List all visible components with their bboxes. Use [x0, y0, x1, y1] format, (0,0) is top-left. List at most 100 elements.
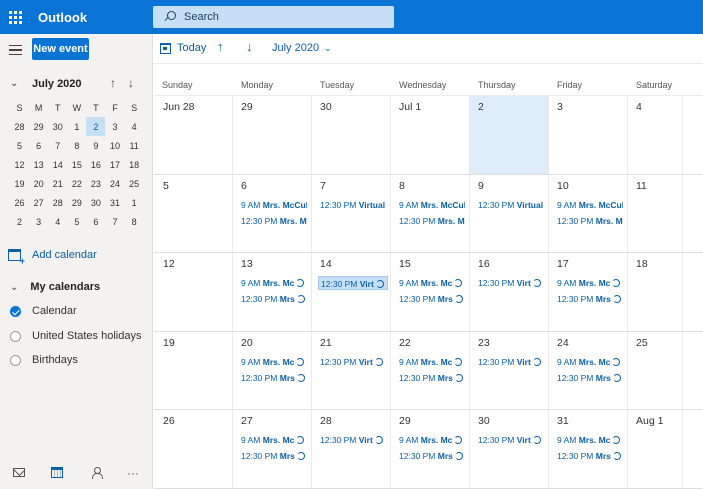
- calendar-event[interactable]: 12:30 PM Virt: [476, 355, 544, 369]
- calendar-event[interactable]: 12:30 PM Mrs. Mc: [239, 214, 307, 228]
- calendar-event[interactable]: 12:30 PM Mrs: [239, 371, 307, 385]
- day-number[interactable]: Jun 28: [163, 101, 232, 117]
- mini-day[interactable]: 14: [48, 155, 67, 174]
- mini-day[interactable]: 2: [10, 212, 29, 231]
- calendar-event[interactable]: 9 AM Mrs. Mc: [555, 355, 623, 369]
- app-launcher-button[interactable]: [0, 0, 30, 34]
- mini-day[interactable]: 29: [67, 193, 86, 212]
- day-cell[interactable]: 3: [549, 96, 628, 174]
- calendar-event[interactable]: 9 AM Mrs. Mc: [397, 276, 465, 290]
- day-number[interactable]: 23: [478, 337, 548, 353]
- day-cell[interactable]: 31 9 AM Mrs. Mc 12:30 PM Mrs: [549, 410, 628, 488]
- day-number[interactable]: 4: [636, 101, 682, 117]
- unchecked-circle-icon[interactable]: [10, 330, 21, 342]
- calendar-event[interactable]: 12:30 PM Virtual: [476, 198, 544, 212]
- day-number[interactable]: 12: [163, 258, 232, 274]
- next-month-button[interactable]: ↓: [246, 39, 253, 54]
- day-cell[interactable]: 5: [154, 174, 233, 252]
- mini-day[interactable]: 1: [67, 117, 86, 136]
- mini-day[interactable]: 7: [48, 136, 67, 155]
- mini-day[interactable]: 6: [29, 136, 48, 155]
- day-cell[interactable]: 27 9 AM Mrs. Mc 12:30 PM Mrs: [233, 410, 312, 488]
- day-cell[interactable]: 17 9 AM Mrs. Mc 12:30 PM Mrs: [549, 253, 628, 331]
- day-number[interactable]: 6: [241, 180, 311, 196]
- mini-day[interactable]: 6: [86, 212, 105, 231]
- mini-day[interactable]: 11: [125, 136, 144, 155]
- day-cell[interactable]: Jun 28: [154, 96, 233, 174]
- mini-day[interactable]: 22: [67, 174, 86, 193]
- mini-day[interactable]: 4: [125, 117, 144, 136]
- day-number[interactable]: 26: [163, 415, 232, 431]
- day-cell[interactable]: 29 9 AM Mrs. Mc 12:30 PM Mrs: [391, 410, 470, 488]
- mini-day[interactable]: 18: [125, 155, 144, 174]
- day-number[interactable]: 22: [399, 337, 469, 353]
- day-number[interactable]: 27: [241, 415, 311, 431]
- mini-day[interactable]: 4: [48, 212, 67, 231]
- day-cell[interactable]: 29: [233, 96, 312, 174]
- people-button[interactable]: [76, 456, 114, 489]
- mini-day[interactable]: 30: [86, 193, 105, 212]
- day-cell[interactable]: 30 12:30 PM Virt: [470, 410, 549, 488]
- calendar-event[interactable]: 12:30 PM Mrs: [397, 449, 465, 463]
- mini-day[interactable]: 27: [29, 193, 48, 212]
- calendar-event[interactable]: 12:30 PM Mrs: [555, 292, 623, 306]
- day-cell[interactable]: 16 12:30 PM Virt: [470, 253, 549, 331]
- mini-day[interactable]: 3: [105, 117, 124, 136]
- mini-day[interactable]: 17: [105, 155, 124, 174]
- mini-day[interactable]: 15: [67, 155, 86, 174]
- day-cell[interactable]: 8 9 AM Mrs. McCul 12:30 PM Mrs. Mc: [391, 174, 470, 252]
- mini-day[interactable]: 2: [86, 117, 106, 136]
- day-number[interactable]: Jul 1: [399, 101, 469, 117]
- search-box[interactable]: Search: [153, 6, 394, 28]
- mini-day[interactable]: 20: [29, 174, 48, 193]
- mini-calendar-title[interactable]: July 2020: [32, 78, 82, 90]
- day-number[interactable]: 21: [320, 337, 390, 353]
- day-number[interactable]: 14: [320, 258, 390, 274]
- mini-day[interactable]: 23: [86, 174, 105, 193]
- day-number[interactable]: 29: [241, 101, 311, 117]
- mini-day[interactable]: 5: [10, 136, 29, 155]
- day-number[interactable]: 16: [478, 258, 548, 274]
- mini-day[interactable]: 31: [105, 193, 124, 212]
- unchecked-circle-icon[interactable]: [10, 354, 21, 366]
- day-cell[interactable]: 30: [312, 96, 391, 174]
- calendar-event[interactable]: 12:30 PM Virtual: [318, 198, 386, 212]
- day-cell[interactable]: 13 9 AM Mrs. Mc 12:30 PM Mrs: [233, 253, 312, 331]
- day-number[interactable]: 29: [399, 415, 469, 431]
- day-cell[interactable]: 6 9 AM Mrs. McCul 12:30 PM Mrs. Mc: [233, 174, 312, 252]
- mini-day[interactable]: 7: [105, 212, 124, 231]
- day-cell[interactable]: 12: [154, 253, 233, 331]
- calendar-event[interactable]: 9 AM Mrs. Mc: [239, 433, 307, 447]
- menu-toggle-icon[interactable]: [9, 45, 22, 55]
- day-number[interactable]: 5: [163, 180, 232, 196]
- day-cell[interactable]: 26: [154, 410, 233, 488]
- calendar-button[interactable]: [38, 456, 76, 489]
- day-cell[interactable]: 7 12:30 PM Virtual: [312, 174, 391, 252]
- mini-day[interactable]: 10: [105, 136, 124, 155]
- mini-day[interactable]: 8: [67, 136, 86, 155]
- mini-day[interactable]: 24: [105, 174, 124, 193]
- day-cell[interactable]: 20 9 AM Mrs. Mc 12:30 PM Mrs: [233, 331, 312, 409]
- day-number[interactable]: 30: [320, 101, 390, 117]
- day-number[interactable]: 11: [636, 180, 682, 196]
- day-number[interactable]: Aug 1: [636, 415, 682, 431]
- day-number[interactable]: 2: [478, 101, 548, 117]
- day-cell[interactable]: 18: [628, 253, 683, 331]
- calendar-item-us-holidays[interactable]: United States holidays: [10, 330, 141, 342]
- calendar-event[interactable]: 12:30 PM Virt: [476, 433, 544, 447]
- day-number[interactable]: 13: [241, 258, 311, 274]
- calendar-event[interactable]: 9 AM Mrs. Mc: [239, 355, 307, 369]
- day-cell[interactable]: 24 9 AM Mrs. Mc 12:30 PM Mrs: [549, 331, 628, 409]
- day-cell[interactable]: 10 9 AM Mrs. McCul 12:30 PM Mrs. Mc: [549, 174, 628, 252]
- chevron-down-icon[interactable]: ⌄: [10, 78, 18, 89]
- mini-day[interactable]: 29: [29, 117, 48, 136]
- today-button[interactable]: Today: [160, 42, 206, 54]
- day-number[interactable]: 20: [241, 337, 311, 353]
- day-cell[interactable]: 15 9 AM Mrs. Mc 12:30 PM Mrs: [391, 253, 470, 331]
- calendar-event[interactable]: 9 AM Mrs. Mc: [397, 355, 465, 369]
- day-cell[interactable]: 21 12:30 PM Virt: [312, 331, 391, 409]
- new-event-button[interactable]: New event: [32, 38, 89, 60]
- day-number[interactable]: 3: [557, 101, 627, 117]
- mini-day[interactable]: 16: [86, 155, 105, 174]
- previous-month-button[interactable]: ↑: [217, 39, 224, 54]
